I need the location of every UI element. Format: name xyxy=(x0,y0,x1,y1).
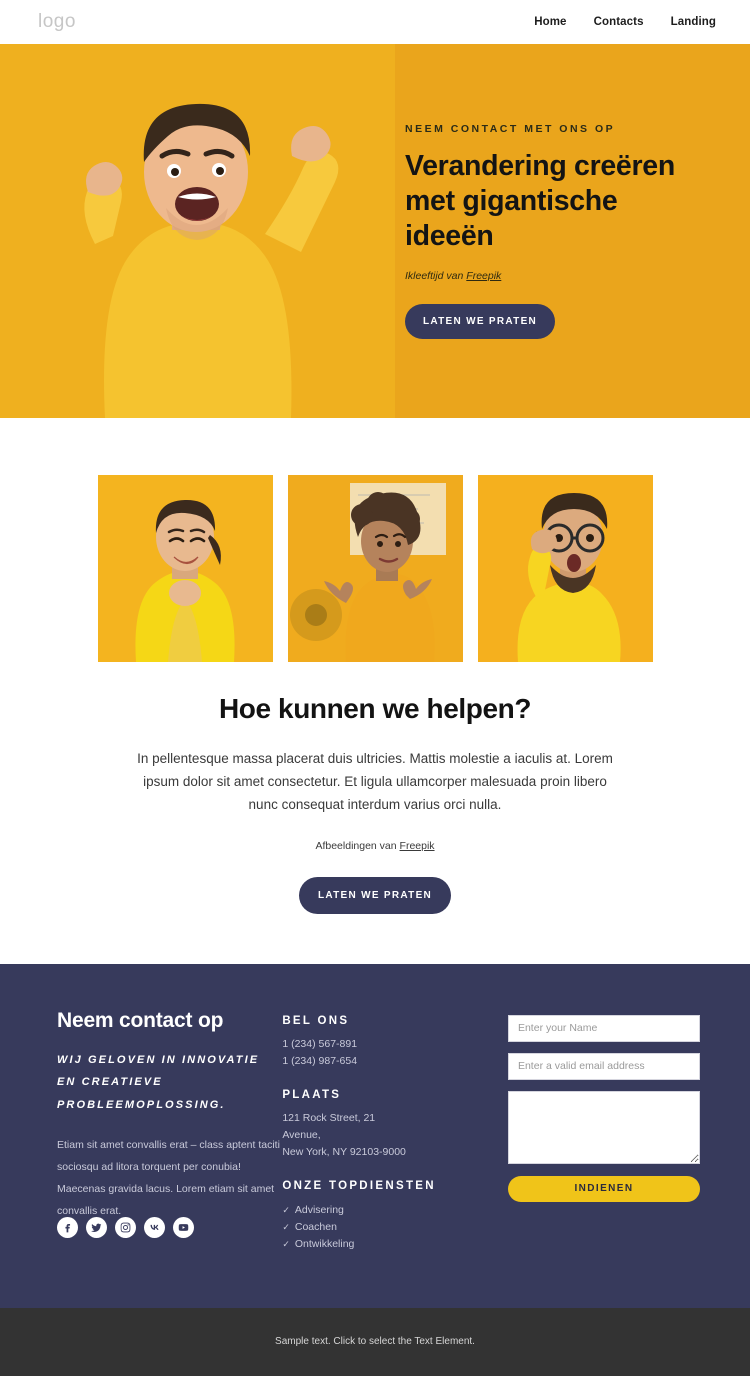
gallery-card-1[interactable] xyxy=(97,475,273,662)
logo[interactable]: logo xyxy=(38,11,76,33)
footer-place-title: PLAATS xyxy=(282,1088,342,1101)
hero-credit-link[interactable]: Freepik xyxy=(466,270,501,282)
bottom-bar-text[interactable]: Sample text. Click to select the Text El… xyxy=(275,1336,475,1347)
footer-tagline: WIJ GELOVEN IN INNOVATIE EN CREATIEVE PR… xyxy=(57,1053,260,1111)
help-section: Hoe kunnen we helpen? In pellentesque ma… xyxy=(0,662,750,914)
hero-credit-prefix: Ikleeftijd van xyxy=(405,269,467,282)
footer-body-text: Etiam sit amet convallis erat – class ap… xyxy=(57,1139,280,1218)
footer-call-title: BEL ONS xyxy=(282,1014,350,1027)
hero-eyebrow: NEEM CONTACT MET ONS OP xyxy=(405,123,616,136)
site-footer: Neem contact op WIJ GELOVEN IN INNOVATIE… xyxy=(0,963,750,1308)
submit-button[interactable]: INDIENEN xyxy=(507,1175,700,1202)
footer-phone-1[interactable]: 1 (234) 567-891 xyxy=(282,1036,493,1053)
main-navigation: Home Contacts Landing xyxy=(534,16,716,28)
footer-address-line-1: 121 Rock Street, 21 xyxy=(282,1111,376,1124)
footer-address: 121 Rock Street, 21 Avenue, New York, NY… xyxy=(282,1110,493,1161)
gallery-cards xyxy=(0,475,750,662)
footer-column-form: INDIENEN xyxy=(507,1009,700,1253)
social-links xyxy=(57,1216,194,1238)
footer-service-item[interactable]: Advisering xyxy=(282,1202,493,1219)
gallery-card-2[interactable] xyxy=(287,475,463,662)
youtube-icon[interactable] xyxy=(173,1216,194,1238)
nav-item-home[interactable]: Home xyxy=(534,16,566,28)
help-credit-prefix: Afbeeldingen van xyxy=(315,839,400,852)
gallery-section xyxy=(0,418,750,662)
nav-item-contacts[interactable]: Contacts xyxy=(594,16,644,28)
footer-phones: 1 (234) 567-891 1 (234) 987-654 xyxy=(282,1036,493,1070)
footer-services-list: Advisering Coachen Ontwikkeling xyxy=(282,1202,493,1253)
footer-services-title: ONZE TOPDIENSTEN xyxy=(282,1179,436,1192)
hero-image-credit: Ikleeftijd van Freepik xyxy=(405,270,735,282)
instagram-icon[interactable] xyxy=(115,1216,136,1238)
facebook-icon[interactable] xyxy=(57,1216,78,1238)
vk-icon[interactable] xyxy=(144,1216,165,1238)
footer-column-contact: BEL ONS 1 (234) 567-891 1 (234) 987-654 … xyxy=(282,1009,493,1253)
footer-service-item[interactable]: Coachen xyxy=(282,1219,493,1236)
message-textarea[interactable] xyxy=(507,1090,700,1164)
help-image-credit: Afbeeldingen van Freepik xyxy=(0,840,750,852)
footer-address-line-3: New York, NY 92103-9000 xyxy=(282,1145,406,1158)
twitter-icon[interactable] xyxy=(86,1216,107,1238)
gallery-card-3[interactable] xyxy=(477,475,653,662)
footer-heading: Neem contact op xyxy=(57,1008,224,1032)
hero-title: Verandering creëren met gigantische idee… xyxy=(405,150,675,252)
bottom-bar: Sample text. Click to select the Text El… xyxy=(0,1307,750,1376)
help-cta-button[interactable]: LATEN WE PRATEN xyxy=(299,876,451,914)
site-header: logo Home Contacts Landing xyxy=(0,0,750,44)
help-paragraph: In pellentesque massa placerat duis ultr… xyxy=(137,751,613,813)
footer-phone-2[interactable]: 1 (234) 987-654 xyxy=(282,1053,493,1070)
help-title: Hoe kunnen we helpen? xyxy=(218,693,532,724)
hero-image-celebrating-man xyxy=(0,44,395,418)
nav-item-landing[interactable]: Landing xyxy=(671,16,716,28)
footer-address-line-2: Avenue, xyxy=(282,1128,321,1141)
name-input[interactable] xyxy=(507,1014,700,1042)
email-input[interactable] xyxy=(507,1052,700,1080)
hero-content: NEEM CONTACT MET ONS OP Verandering creë… xyxy=(405,44,735,418)
hero-cta-button[interactable]: LATEN WE PRATEN xyxy=(405,303,555,339)
footer-service-item[interactable]: Ontwikkeling xyxy=(282,1236,493,1253)
help-credit-link[interactable]: Freepik xyxy=(400,840,435,852)
hero-section: NEEM CONTACT MET ONS OP Verandering creë… xyxy=(0,44,750,418)
